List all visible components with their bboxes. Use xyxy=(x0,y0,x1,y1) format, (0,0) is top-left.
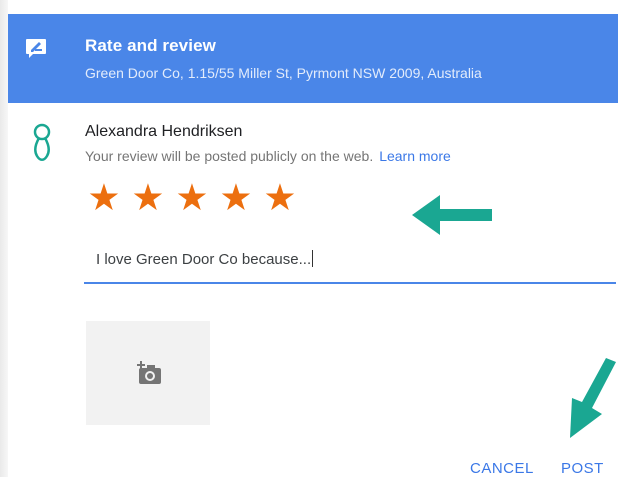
star-5[interactable]: ★ xyxy=(260,176,300,220)
avatar-icon xyxy=(33,123,51,161)
star-rating: ★ ★ ★ ★ ★ xyxy=(84,176,300,220)
annotation-arrow-left-icon xyxy=(412,195,492,235)
dialog-header: Rate and review Green Door Co, 1.15/55 M… xyxy=(8,14,618,103)
place-address: Green Door Co, 1.15/55 Miller St, Pyrmon… xyxy=(85,65,482,81)
star-2[interactable]: ★ xyxy=(128,176,168,220)
notice-text: Your review will be posted publicly on t… xyxy=(85,148,374,164)
dialog-title: Rate and review xyxy=(85,36,216,55)
rate-review-icon xyxy=(26,39,46,58)
text-caret xyxy=(312,250,314,267)
add-photo-icon xyxy=(137,361,161,384)
public-notice: Your review will be posted publicly on t… xyxy=(85,148,451,164)
add-photo-button[interactable] xyxy=(86,321,210,425)
review-text[interactable]: I love Green Door Co because... xyxy=(96,250,314,268)
user-name: Alexandra Hendriksen xyxy=(85,123,243,140)
review-input[interactable]: I love Green Door Co because... xyxy=(84,238,616,284)
star-3[interactable]: ★ xyxy=(172,176,212,220)
review-value: I love Green Door Co because... xyxy=(96,251,312,268)
star-1[interactable]: ★ xyxy=(84,176,124,220)
star-4[interactable]: ★ xyxy=(216,176,256,220)
cancel-button[interactable]: CANCEL xyxy=(470,460,534,477)
learn-more-link[interactable]: Learn more xyxy=(379,148,451,164)
left-edge xyxy=(0,0,8,477)
post-button[interactable]: POST xyxy=(561,460,604,477)
annotation-arrow-down-icon xyxy=(570,358,616,438)
